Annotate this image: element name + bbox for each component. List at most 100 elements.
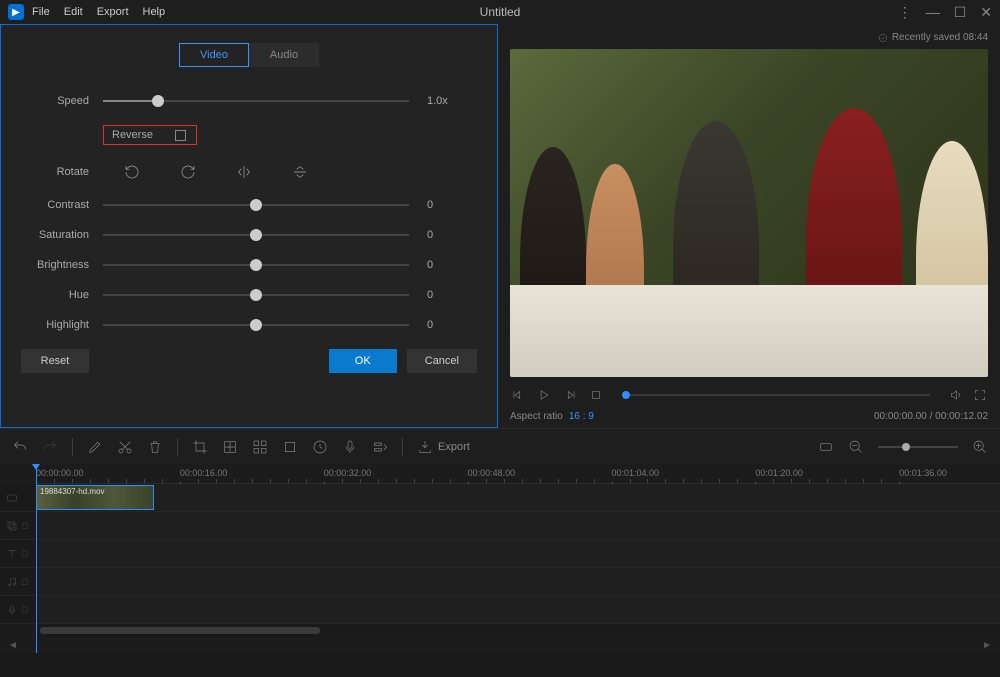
cancel-button[interactable]: Cancel bbox=[407, 349, 477, 373]
video-clip[interactable]: 19884307-hd.mov bbox=[36, 485, 154, 510]
menu-bar: File Edit Export Help bbox=[32, 6, 165, 18]
menu-edit[interactable]: Edit bbox=[64, 6, 83, 18]
fullscreen-icon[interactable] bbox=[972, 387, 988, 403]
music-track[interactable] bbox=[36, 568, 1000, 595]
stop-icon[interactable] bbox=[588, 387, 604, 403]
rotate-cw-icon[interactable] bbox=[179, 163, 197, 181]
scroll-right-icon[interactable]: ► bbox=[982, 640, 992, 651]
menu-help[interactable]: Help bbox=[143, 6, 166, 18]
speed-label: Speed bbox=[21, 95, 103, 107]
zoom-slider[interactable] bbox=[878, 446, 958, 448]
overlay-track[interactable] bbox=[36, 512, 1000, 539]
ruler-tick: 00:00:48.00 bbox=[468, 468, 516, 478]
play-icon[interactable] bbox=[536, 387, 552, 403]
saved-icon bbox=[878, 33, 888, 43]
crop-icon[interactable] bbox=[192, 439, 208, 455]
properties-panel: Video Audio Speed 1.0x Reverse Rotate bbox=[0, 24, 498, 428]
voice-track[interactable] bbox=[36, 596, 1000, 623]
hue-label: Hue bbox=[21, 289, 103, 301]
track-head-video[interactable] bbox=[0, 484, 36, 511]
highlight-slider[interactable] bbox=[103, 324, 409, 326]
brightness-slider[interactable] bbox=[103, 264, 409, 266]
app-logo: ▶ bbox=[8, 4, 24, 20]
track-head-voice[interactable] bbox=[0, 596, 36, 623]
reset-button[interactable]: Reset bbox=[21, 349, 89, 373]
contrast-label: Contrast bbox=[21, 199, 103, 211]
contrast-slider[interactable] bbox=[103, 204, 409, 206]
timeline-ruler[interactable]: 00:00:00.00 00:00:16.00 00:00:32.00 00:00:4… bbox=[36, 464, 1000, 484]
document-title: Untitled bbox=[480, 5, 521, 19]
ruler-tick: 00:01:36.00 bbox=[899, 468, 947, 478]
horizontal-scrollbar[interactable] bbox=[36, 624, 1000, 638]
highlight-label: Highlight bbox=[21, 319, 103, 331]
hue-slider[interactable] bbox=[103, 294, 409, 296]
aspect-ratio-value[interactable]: 16 : 9 bbox=[569, 411, 594, 422]
grid-icon[interactable] bbox=[252, 439, 268, 455]
timeline-toolbar: Export bbox=[0, 428, 1000, 464]
duration-icon[interactable] bbox=[312, 439, 328, 455]
fit-icon[interactable] bbox=[818, 439, 834, 455]
cut-icon[interactable] bbox=[117, 439, 133, 455]
brightness-label: Brightness bbox=[21, 259, 103, 271]
hue-value: 0 bbox=[427, 289, 477, 301]
aspect-ratio-label: Aspect ratio bbox=[510, 411, 563, 422]
prev-frame-icon[interactable] bbox=[510, 387, 526, 403]
time-total: 00:00:12.02 bbox=[935, 411, 988, 422]
flip-vertical-icon[interactable] bbox=[291, 163, 309, 181]
rotate-ccw-icon[interactable] bbox=[123, 163, 141, 181]
time-current: 00:00:00.00 bbox=[874, 411, 927, 422]
contrast-value: 0 bbox=[427, 199, 477, 211]
brightness-value: 0 bbox=[427, 259, 477, 271]
video-track[interactable]: 19884307-hd.mov bbox=[36, 484, 1000, 511]
saturation-value: 0 bbox=[427, 229, 477, 241]
volume-icon[interactable] bbox=[948, 387, 964, 403]
title-bar: ▶ File Edit Export Help Untitled ⋮ — ☐ ✕ bbox=[0, 0, 1000, 24]
ruler-tick: 00:01:20.00 bbox=[755, 468, 803, 478]
time-sep: / bbox=[927, 411, 935, 422]
next-frame-icon[interactable] bbox=[562, 387, 578, 403]
ruler-tick: 00:01:04.00 bbox=[612, 468, 660, 478]
close-icon[interactable]: ✕ bbox=[980, 4, 992, 21]
seek-bar[interactable] bbox=[622, 394, 930, 396]
reverse-label: Reverse bbox=[112, 129, 153, 141]
track-head-text[interactable] bbox=[0, 540, 36, 567]
export-button[interactable]: Export bbox=[417, 439, 470, 455]
ruler-tick: 00:00:32.00 bbox=[324, 468, 372, 478]
text-track[interactable] bbox=[36, 540, 1000, 567]
menu-export[interactable]: Export bbox=[97, 6, 129, 18]
timeline: 00:00:00.00 00:00:16.00 00:00:32.00 00:00:4… bbox=[0, 464, 1000, 653]
highlight-value: 0 bbox=[427, 319, 477, 331]
ruler-tick: 00:00:16.00 bbox=[180, 468, 228, 478]
mic-icon[interactable] bbox=[342, 439, 358, 455]
scroll-left-icon[interactable]: ◄ bbox=[8, 640, 18, 651]
ok-button[interactable]: OK bbox=[329, 349, 397, 373]
rotate-label: Rotate bbox=[21, 166, 103, 178]
saturation-label: Saturation bbox=[21, 229, 103, 241]
tab-audio[interactable]: Audio bbox=[249, 43, 319, 67]
menu-file[interactable]: File bbox=[32, 6, 50, 18]
mosaic-icon[interactable] bbox=[222, 439, 238, 455]
delete-icon[interactable] bbox=[147, 439, 163, 455]
minimize-icon[interactable]: — bbox=[926, 4, 940, 20]
more-icon[interactable]: ⋮ bbox=[898, 4, 912, 21]
track-head-music[interactable] bbox=[0, 568, 36, 595]
reverse-highlight: Reverse bbox=[103, 125, 197, 145]
track-head-overlay[interactable] bbox=[0, 512, 36, 539]
speed-value: 1.0x bbox=[427, 95, 477, 107]
frame-icon[interactable] bbox=[282, 439, 298, 455]
tab-video[interactable]: Video bbox=[179, 43, 249, 67]
redo-icon[interactable] bbox=[42, 439, 58, 455]
video-preview[interactable] bbox=[510, 49, 988, 377]
saturation-slider[interactable] bbox=[103, 234, 409, 236]
tts-icon[interactable] bbox=[372, 439, 388, 455]
flip-horizontal-icon[interactable] bbox=[235, 163, 253, 181]
undo-icon[interactable] bbox=[12, 439, 28, 455]
edit-icon[interactable] bbox=[87, 439, 103, 455]
zoom-in-icon[interactable] bbox=[972, 439, 988, 455]
reverse-checkbox[interactable] bbox=[175, 130, 186, 141]
zoom-out-icon[interactable] bbox=[848, 439, 864, 455]
ruler-tick: 00:00:00.00 bbox=[36, 468, 84, 478]
speed-slider[interactable] bbox=[103, 100, 409, 102]
maximize-icon[interactable]: ☐ bbox=[954, 4, 967, 21]
saved-text: Recently saved 08:44 bbox=[892, 32, 988, 43]
